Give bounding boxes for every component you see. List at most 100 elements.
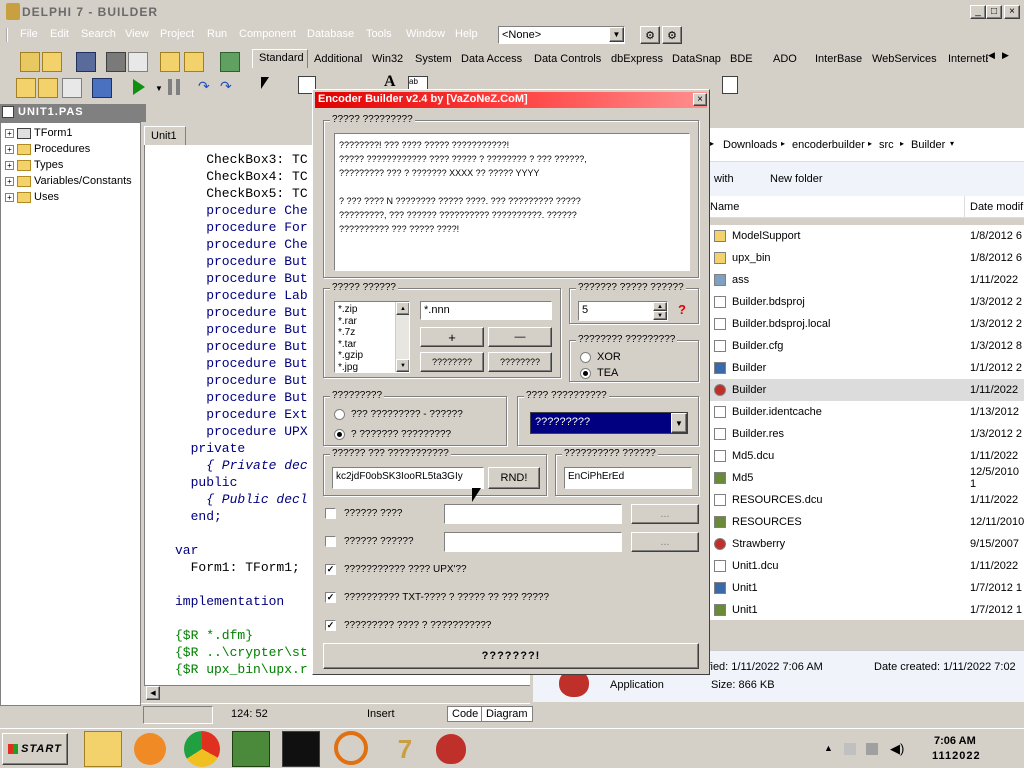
clock-time[interactable]: 7:06 AM — [934, 735, 976, 747]
spin-down-icon[interactable]: ▼ — [653, 311, 667, 320]
remove-extension-button[interactable]: — — [488, 327, 552, 347]
delphi-taskbar-icon[interactable]: 7 — [386, 731, 424, 767]
menu-run[interactable]: Run — [207, 28, 227, 40]
clock-date[interactable]: 1112022 — [932, 750, 981, 762]
tab-webservices[interactable]: WebServices — [872, 53, 937, 65]
file-row[interactable]: Builder 1/1/2012 2 — [706, 357, 1024, 379]
build-button[interactable]: ???????! — [323, 643, 699, 669]
pause-icon[interactable] — [168, 79, 180, 95]
save-desktop-icon[interactable]: ⚙ — [640, 26, 660, 44]
tree-item-procedures[interactable]: + Procedures — [5, 141, 90, 157]
option3-checkbox[interactable]: ✓ ????????? ???? ? ??????????? — [325, 620, 491, 631]
radio-tea[interactable]: TEA — [580, 367, 618, 379]
chevron-down-icon[interactable]: ▼ — [609, 27, 624, 42]
menu-file[interactable]: File — [20, 28, 38, 40]
expand-icon[interactable]: + — [5, 192, 14, 202]
file-row[interactable]: Builder.bdsproj 1/3/2012 2 — [706, 291, 1024, 313]
help-contents-icon[interactable] — [220, 52, 240, 72]
listbox-scrollbar[interactable]: ▲ ▼ — [395, 302, 409, 372]
toggle-form-unit-icon[interactable] — [62, 78, 82, 98]
search-icon[interactable] — [334, 731, 368, 765]
column-name[interactable]: Name — [710, 201, 739, 213]
breadcrumb-item[interactable]: src — [879, 139, 894, 151]
file-row[interactable]: Md5 12/5/2010 1 — [706, 466, 1024, 490]
file-row[interactable]: Unit1 1/7/2012 1 — [706, 599, 1024, 621]
file-row[interactable]: Builder.res 1/3/2012 2 — [706, 423, 1024, 445]
tab-unit1[interactable]: Unit1 — [144, 126, 186, 145]
file-row[interactable]: Builder 1/11/2022 — [706, 379, 1024, 401]
scroll-up-icon[interactable]: ▲ — [396, 302, 409, 315]
tab-code[interactable]: Code — [447, 706, 484, 722]
menu-tools[interactable]: Tools — [366, 28, 392, 40]
volume-icon[interactable]: ◀) — [890, 741, 904, 757]
media-player-icon[interactable] — [134, 733, 166, 765]
run-dropdown-icon[interactable]: ▼ — [155, 84, 163, 93]
output-extension-input[interactable]: EnCiPhErEd — [564, 467, 692, 489]
file-row[interactable]: Unit1.dcu 1/11/2022 — [706, 555, 1024, 577]
tab-datasnap[interactable]: DataSnap — [672, 53, 721, 65]
view-form-icon[interactable] — [38, 78, 58, 98]
icon-select[interactable]: ????????? ▼ — [530, 412, 688, 434]
view-unit-icon[interactable] — [16, 78, 36, 98]
tab-data-access[interactable]: Data Access — [461, 53, 522, 65]
palette-scroll-right-icon[interactable]: ▶ — [1002, 50, 1009, 61]
key-input[interactable]: kc2jdF0obSK3IooRL5ta3GIy — [332, 467, 484, 489]
radio-mode-2[interactable]: ? ??????? ????????? — [334, 429, 451, 440]
random-key-button[interactable]: RND! — [488, 467, 540, 489]
run-icon[interactable] — [133, 79, 145, 95]
file-row[interactable]: ass 1/11/2022 — [706, 269, 1024, 291]
desktop-config-select[interactable]: <None> ▼ — [498, 26, 625, 44]
file2-input[interactable] — [444, 532, 622, 552]
extension-action-button-2[interactable]: ???????? — [488, 352, 552, 372]
file-row[interactable]: Builder.cfg 1/3/2012 8 — [706, 335, 1024, 357]
tab-diagram[interactable]: Diagram — [481, 706, 533, 722]
info-textarea[interactable]: ????????! ??? ???? ????? ???????????! ??… — [334, 133, 690, 271]
expand-icon[interactable]: + — [5, 160, 14, 170]
file-explorer-icon[interactable] — [84, 731, 122, 767]
breadcrumb-chevron-icon[interactable]: ▸ — [710, 139, 714, 148]
close-button[interactable]: × — [1004, 5, 1020, 19]
spin-up-icon[interactable]: ▲ — [653, 302, 667, 311]
tray-expand-icon[interactable]: ▲ — [824, 743, 833, 753]
column-date[interactable]: Date modifi — [970, 201, 1024, 213]
file-row[interactable]: RESOURCES 12/11/2010 — [706, 511, 1024, 533]
tree-item-uses[interactable]: + Uses — [5, 189, 59, 205]
trace-into-icon[interactable]: ↷ — [198, 78, 218, 98]
explorer-file-list[interactable]: ModelSupport 1/8/2012 6 upx_bin 1/8/2012 6 a… — [706, 225, 1024, 620]
menu-search[interactable]: Search — [81, 28, 116, 40]
menu-component[interactable]: Component — [239, 28, 296, 40]
code-explorer-tree[interactable]: + TForm1 + Procedures + Types + Variables/Co… — [0, 122, 141, 706]
tree-item-types[interactable]: + Types — [5, 157, 63, 173]
tab-dbexpress[interactable]: dbExpress — [611, 53, 663, 65]
file2-browse-button[interactable]: ... — [631, 532, 699, 552]
action-center-icon[interactable] — [844, 743, 856, 755]
toolbar-share-with[interactable]: with — [714, 173, 734, 185]
chevron-down-icon[interactable]: ▼ — [671, 413, 687, 433]
tree-item-tform1[interactable]: + TForm1 — [5, 125, 73, 141]
tab-data-controls[interactable]: Data Controls — [534, 53, 601, 65]
add-extension-button[interactable]: + — [420, 327, 484, 347]
extension-input[interactable]: *.nnn — [420, 301, 552, 320]
menu-help[interactable]: Help — [455, 28, 478, 40]
breadcrumb-item[interactable]: Builder — [911, 139, 945, 151]
open-project-icon[interactable] — [128, 52, 148, 72]
file-row[interactable]: upx_bin 1/8/2012 6 — [706, 247, 1024, 269]
tab-ado[interactable]: ADO — [773, 53, 797, 65]
command-prompt-icon[interactable] — [282, 731, 320, 767]
tab-additional[interactable]: Additional — [314, 53, 362, 65]
file2-checkbox[interactable]: ?????? ?????? — [325, 536, 414, 547]
count-help-icon[interactable]: ? — [678, 302, 686, 317]
breadcrumb-item[interactable]: Downloads — [723, 139, 777, 151]
file1-browse-button[interactable]: ... — [631, 504, 699, 524]
file-row[interactable]: Builder.bdsproj.local 1/3/2012 2 — [706, 313, 1024, 335]
expand-icon[interactable]: + — [5, 176, 14, 186]
save-icon[interactable] — [76, 52, 96, 72]
menu-database[interactable]: Database — [307, 28, 354, 40]
chrome-icon[interactable] — [184, 731, 220, 767]
file-row[interactable]: Unit1 1/7/2012 1 — [706, 577, 1024, 599]
menu-project[interactable]: Project — [160, 28, 194, 40]
menu-edit[interactable]: Edit — [50, 28, 69, 40]
palette-scroll-left-icon[interactable]: ◀ — [988, 50, 995, 61]
file-row[interactable]: ModelSupport 1/8/2012 6 — [706, 225, 1024, 247]
extension-action-button-1[interactable]: ???????? — [420, 352, 484, 372]
